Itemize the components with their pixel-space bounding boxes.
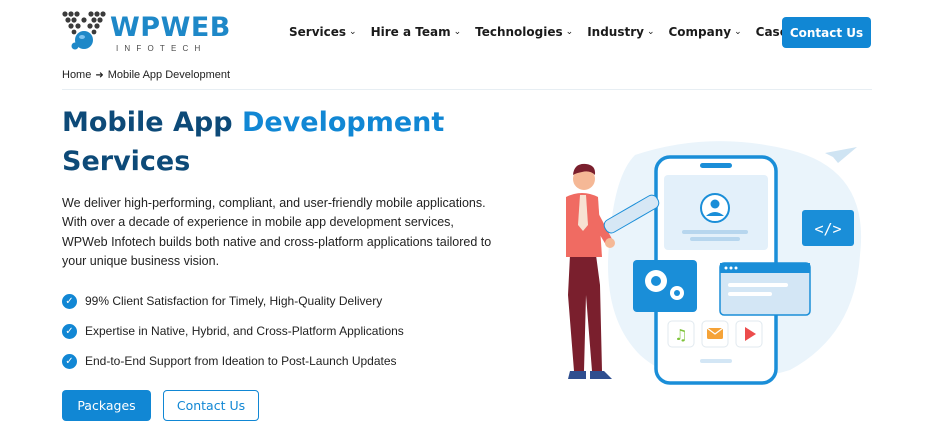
logo-mark-icon	[62, 11, 106, 50]
nav-services[interactable]: Services ⌄	[289, 22, 357, 42]
page-title: Mobile App Development Services	[62, 107, 445, 177]
check-circle-icon: ✓	[62, 293, 77, 309]
feature-item: ✓ Expertise in Native, Hybrid, and Cross…	[62, 316, 502, 346]
nav-industry[interactable]: Industry ⌄	[587, 22, 654, 42]
paper-plane-icon	[825, 147, 857, 163]
arrow-right-icon: ➜	[95, 69, 104, 81]
nav-hire-a-team[interactable]: Hire a Team ⌄	[371, 22, 462, 42]
site-header: WPWEB INFOTECH Services ⌄ Hire a Team ⌄ Te…	[0, 0, 944, 64]
breadcrumb-divider	[62, 89, 872, 90]
chevron-down-icon: ⌄	[565, 27, 574, 37]
music-icon: ♫	[674, 326, 687, 344]
hero-description: We deliver high-performing, compliant, a…	[62, 196, 492, 268]
header-contact-button[interactable]: Contact Us	[782, 17, 871, 48]
nav-technologies[interactable]: Technologies ⌄	[475, 22, 573, 42]
check-circle-icon: ✓	[62, 353, 77, 369]
nav-company[interactable]: Company ⌄	[669, 22, 742, 42]
feature-item: ✓ End-to-End Support from Ideation to Po…	[62, 346, 502, 376]
chevron-down-icon: ⌄	[453, 27, 462, 37]
logo-wordmark: WPWEB	[110, 12, 231, 43]
feature-item: ✓ 99% Client Satisfaction for Timely, Hi…	[62, 286, 502, 316]
chevron-down-icon: ⌄	[734, 27, 742, 37]
feature-list: ✓ 99% Client Satisfaction for Timely, Hi…	[62, 286, 502, 376]
logo-subtitle: INFOTECH	[116, 44, 207, 53]
main-nav: Services ⌄ Hire a Team ⌄ Technologies ⌄ Ind…	[289, 22, 857, 42]
check-circle-icon: ✓	[62, 323, 77, 339]
packages-button[interactable]: Packages	[62, 390, 151, 421]
hero-contact-button[interactable]: Contact Us	[163, 390, 259, 421]
code-icon: </>	[814, 220, 841, 238]
chevron-down-icon: ⌄	[646, 27, 655, 37]
breadcrumb: Home ➜ Mobile App Development	[62, 69, 230, 81]
wpweb-logo[interactable]: WPWEB INFOTECH	[62, 10, 230, 54]
chevron-down-icon: ⌄	[349, 27, 357, 37]
breadcrumb-home-link[interactable]: Home	[62, 69, 91, 81]
mobile-app-illustration: </> ♫	[566, 141, 862, 385]
breadcrumb-current: Mobile App Development	[107, 69, 231, 81]
